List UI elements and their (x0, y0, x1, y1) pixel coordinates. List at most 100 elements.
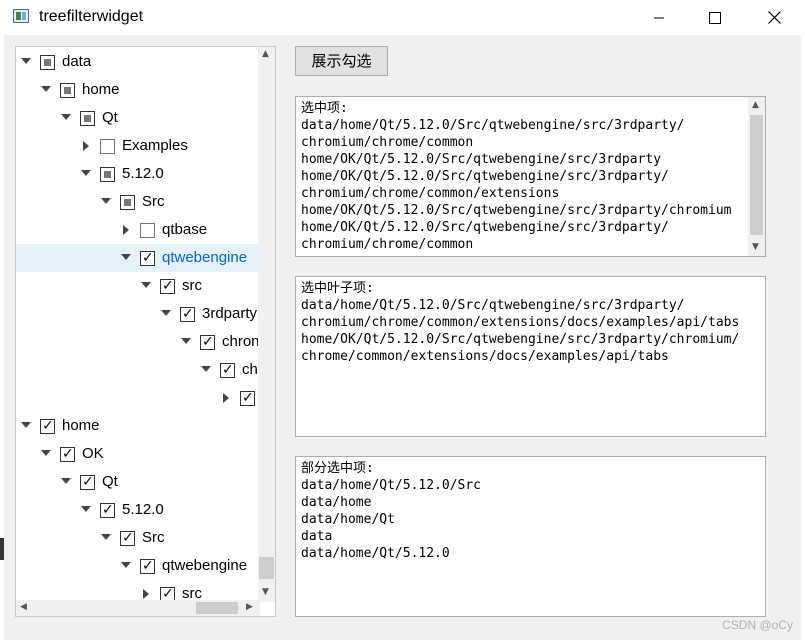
tree-item-checkbox[interactable] (160, 278, 175, 294)
expand-arrow-icon[interactable] (41, 450, 51, 456)
tree-item[interactable]: 5.12.0 (16, 496, 260, 524)
tree-item-label: qtwebengine (162, 249, 248, 266)
tree-item-label: home (82, 81, 120, 98)
tree-item-label: Src (142, 529, 165, 546)
scroll-up-arrow-icon[interactable]: ▲ (752, 100, 759, 110)
collapse-arrow-icon[interactable] (83, 141, 89, 151)
tree-item-checkbox[interactable] (120, 530, 135, 546)
tree-item-checkbox[interactable] (40, 418, 55, 434)
tree-item[interactable]: qtbase (16, 216, 260, 244)
tree-item[interactable]: Qt (16, 104, 260, 132)
tree-item[interactable]: Src (16, 188, 260, 216)
tree-item[interactable]: 5.12.0 (16, 160, 260, 188)
collapse-arrow-icon[interactable] (223, 393, 229, 403)
tree-item-checkbox[interactable] (120, 195, 135, 210)
tree-view[interactable]: datahomeQtExamples5.12.0Srcqtbaseqtweben… (15, 46, 276, 617)
app-icon (13, 9, 29, 23)
tree-item[interactable]: 3rdparty (16, 300, 260, 328)
watermark: CSDN @oCy (722, 618, 793, 632)
tree-horizontal-scrollbar[interactable]: ◀ ▶ (16, 600, 260, 616)
leaf-items-textbox[interactable]: 选中叶子项: data/home/Qt/5.12.0/Src/qtwebengi… (295, 276, 766, 437)
tree-item[interactable]: home (16, 412, 260, 440)
tree-item-label: Examples (122, 137, 188, 154)
tree-item-label: qtwebengine (162, 557, 248, 574)
tree-item-checkbox[interactable] (200, 334, 215, 350)
tree-item-checkbox[interactable] (100, 139, 115, 154)
expand-arrow-icon[interactable] (141, 282, 151, 288)
tree-item-checkbox[interactable] (40, 55, 55, 70)
tree-horizontal-scroll-thumb[interactable] (196, 602, 238, 614)
close-button[interactable] (751, 0, 797, 35)
tree-item-checkbox[interactable] (80, 111, 95, 126)
tree-item-checkbox[interactable] (140, 250, 155, 266)
tree-item-checkbox[interactable] (100, 502, 115, 518)
expand-arrow-icon[interactable] (101, 534, 111, 540)
expand-arrow-icon[interactable] (201, 366, 211, 372)
tree-item-checkbox[interactable] (140, 558, 155, 574)
checked-items-textbox[interactable]: 选中项: data/home/Qt/5.12.0/Src/qtwebengine… (295, 96, 766, 257)
tree-item[interactable]: chron (16, 328, 260, 356)
tree-item[interactable]: ch (16, 356, 260, 384)
expand-arrow-icon[interactable] (81, 170, 91, 176)
tree-vertical-scrollbar[interactable]: ▲ ▼ (258, 47, 275, 602)
close-icon (767, 11, 781, 24)
tree-item[interactable]: Examples (16, 132, 260, 160)
tree-item-checkbox[interactable] (180, 306, 195, 322)
tree-item-label: 3rdparty (202, 305, 258, 322)
tree-item-checkbox[interactable] (60, 446, 75, 462)
tree-item[interactable]: data (16, 48, 260, 76)
leaf-items-text: 选中叶子项: data/home/Qt/5.12.0/Src/qtwebengi… (301, 281, 740, 364)
tree-item-checkbox[interactable] (60, 83, 75, 98)
scroll-up-arrow-icon[interactable]: ▲ (262, 49, 269, 59)
minimize-button[interactable] (636, 0, 682, 35)
tree-item[interactable]: home (16, 76, 260, 104)
tree-item-label: 5.12.0 (122, 501, 164, 518)
scroll-down-arrow-icon[interactable]: ▼ (262, 587, 269, 597)
tree-item-checkbox[interactable] (100, 167, 115, 182)
checked-items-scrollbar[interactable]: ▲ ▼ (748, 97, 765, 256)
scroll-right-arrow-icon[interactable]: ▶ (246, 602, 253, 612)
tree-item-label: qtbase (162, 221, 208, 238)
tree-item-label: Src (142, 193, 165, 210)
expand-arrow-icon[interactable] (101, 198, 111, 204)
tree-item-label: home (62, 417, 100, 434)
scroll-down-arrow-icon[interactable]: ▼ (752, 242, 759, 252)
expand-arrow-icon[interactable] (121, 254, 131, 260)
expand-arrow-icon[interactable] (21, 422, 31, 428)
expand-arrow-icon[interactable] (61, 478, 71, 484)
tree-item[interactable]: qtwebengine (16, 552, 260, 580)
expand-arrow-icon[interactable] (21, 58, 31, 64)
window-title: treefilterwidget (39, 8, 144, 25)
tree-item-label: OK (82, 445, 104, 462)
tree-item-label: 5.12.0 (122, 165, 164, 182)
tree-item-label: Qt (102, 109, 118, 126)
window-edge (0, 538, 4, 560)
expand-arrow-icon[interactable] (61, 114, 71, 120)
maximize-button[interactable] (692, 0, 738, 35)
expand-arrow-icon[interactable] (41, 86, 51, 92)
minimize-icon (654, 17, 664, 18)
checked-items-scroll-thumb[interactable] (750, 115, 763, 235)
tree-item-checkbox[interactable] (80, 474, 95, 490)
tree-item[interactable] (16, 384, 260, 412)
scroll-left-arrow-icon[interactable]: ◀ (20, 602, 27, 612)
tree-item[interactable]: src (16, 272, 260, 300)
expand-arrow-icon[interactable] (161, 310, 171, 316)
tree-item-checkbox[interactable] (240, 390, 255, 406)
tree-vertical-scroll-thumb[interactable] (259, 557, 274, 579)
tree-item-checkbox[interactable] (140, 223, 155, 238)
expand-arrow-icon[interactable] (181, 338, 191, 344)
expand-arrow-icon[interactable] (81, 506, 91, 512)
show-checked-button[interactable]: 展示勾选 (295, 46, 388, 76)
collapse-arrow-icon[interactable] (123, 225, 129, 235)
tree-item[interactable]: qtwebengine (16, 244, 260, 272)
tree-item-label: data (62, 53, 92, 70)
tree-item-label: ch (242, 361, 258, 378)
tree-item[interactable]: Qt (16, 468, 260, 496)
tree-item-checkbox[interactable] (220, 362, 235, 378)
expand-arrow-icon[interactable] (121, 562, 131, 568)
tree-item[interactable]: OK (16, 440, 260, 468)
collapse-arrow-icon[interactable] (143, 589, 149, 599)
partial-items-textbox[interactable]: 部分选中项: data/home/Qt/5.12.0/Src data/home… (295, 456, 766, 617)
tree-item[interactable]: Src (16, 524, 260, 552)
